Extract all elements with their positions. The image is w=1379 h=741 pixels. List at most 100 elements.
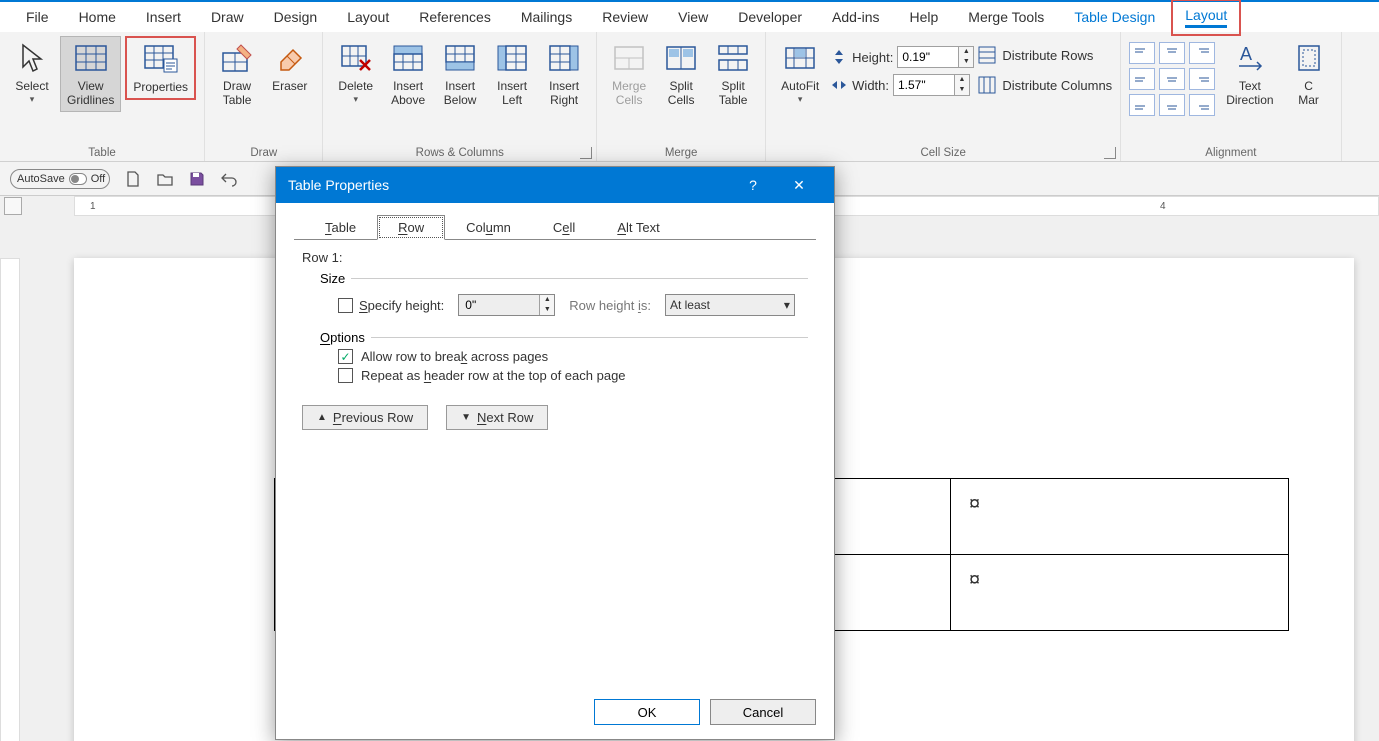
properties-button[interactable]: Properties [125,36,196,100]
view-gridlines-button[interactable]: View Gridlines [60,36,121,112]
autosave-toggle[interactable]: AutoSave Off [10,169,110,189]
align-bot-center[interactable] [1159,94,1185,116]
tab-developer[interactable]: Developer [724,1,816,33]
tab-selector[interactable] [4,197,22,215]
align-mid-left[interactable] [1129,68,1155,90]
open-icon[interactable] [156,170,174,188]
align-mid-right[interactable] [1189,68,1215,90]
tab-insert[interactable]: Insert [132,1,195,33]
text-direction-button[interactable]: A Text Direction [1219,36,1280,112]
width-label: Width: [852,78,889,93]
cursor-icon [15,41,49,75]
align-bot-left[interactable] [1129,94,1155,116]
row-height-is-label: Row height is: [569,298,651,313]
select-label: Select [15,79,48,93]
ok-button[interactable]: OK [594,699,700,725]
dialog-help-button[interactable]: ? [730,167,776,203]
eraser-button[interactable]: Eraser [265,36,314,98]
cancel-button[interactable]: Cancel [710,699,816,725]
dialog-tab-table[interactable]: Table [304,215,377,240]
specify-height-checkbox[interactable] [338,298,353,313]
align-bot-right[interactable] [1189,94,1215,116]
height-up[interactable]: ▲ [959,47,973,57]
insert-below-label: Insert Below [444,79,477,107]
split-cells-label: Split Cells [668,79,695,107]
align-top-right[interactable] [1189,42,1215,64]
distribute-rows-button[interactable]: Distribute Rows [978,46,1112,64]
width-input[interactable] [894,76,954,94]
tab-design[interactable]: Design [260,1,332,33]
text-direction-label: Text Direction [1226,79,1273,107]
dialog-tab-cell[interactable]: Cell [532,215,596,240]
tab-references[interactable]: References [405,1,505,33]
tab-addins[interactable]: Add-ins [818,1,893,33]
tab-view[interactable]: View [664,1,722,33]
insert-below-button[interactable]: Insert Below [436,36,484,112]
group-rows-cols-label: Rows & Columns [331,147,588,159]
tab-draw[interactable]: Draw [197,1,258,33]
new-file-icon[interactable] [124,170,142,188]
draw-table-label: Draw Table [223,79,252,107]
next-row-button[interactable]: ▼Next Row [446,405,548,430]
insert-above-label: Insert Above [391,79,425,107]
width-up[interactable]: ▲ [955,75,969,85]
save-icon[interactable] [188,170,206,188]
draw-table-button[interactable]: Draw Table [213,36,261,112]
tab-home[interactable]: Home [65,1,130,33]
tab-file[interactable]: File [12,1,63,33]
tab-table-design[interactable]: Table Design [1060,1,1169,33]
cell-size-launcher[interactable] [1104,147,1116,159]
height-row: Height: ▲▼ [830,46,974,68]
row-height-select[interactable]: At least ▾ [665,294,795,316]
tab-merge-tools[interactable]: Merge Tools [954,1,1058,33]
dialog-tab-row[interactable]: Row [377,215,445,240]
cell-margins-button[interactable]: C Mar [1285,36,1333,112]
dialog-tab-column[interactable]: Column [445,215,532,240]
undo-icon[interactable] [220,170,238,188]
repeat-header-checkbox[interactable] [338,368,353,383]
previous-row-button[interactable]: ▲Previous Row [302,405,428,430]
height-value-up[interactable]: ▲ [540,295,554,305]
height-value-down[interactable]: ▼ [540,305,554,315]
tab-help[interactable]: Help [896,1,953,33]
chevron-down-icon: ▾ [784,298,790,312]
align-top-center[interactable] [1159,42,1185,64]
distribute-cols-label: Distribute Columns [1002,78,1112,93]
tab-review[interactable]: Review [588,1,662,33]
height-value-spinner[interactable]: ▲▼ [458,294,555,316]
merge-cells-icon [612,41,646,75]
select-button[interactable]: Select ▾ [8,36,56,110]
split-cells-button[interactable]: Split Cells [657,36,705,112]
table-cell[interactable]: ¤ [951,555,1289,631]
delete-button[interactable]: Delete ▾ [331,36,380,110]
width-down[interactable]: ▼ [955,85,969,95]
height-down[interactable]: ▼ [959,57,973,67]
insert-right-button[interactable]: Insert Right [540,36,588,112]
align-top-left[interactable] [1129,42,1155,64]
tab-mailings[interactable]: Mailings [507,1,586,33]
insert-left-button[interactable]: Insert Left [488,36,536,112]
dialog-close-button[interactable]: ✕ [776,167,822,203]
pencil-table-icon [220,41,254,75]
width-spinner[interactable]: ▲▼ [893,74,970,96]
cell-margins-label: C Mar [1298,79,1319,107]
insert-above-button[interactable]: Insert Above [384,36,432,112]
insert-below-icon [443,41,477,75]
align-mid-center[interactable] [1159,68,1185,90]
tab-layout[interactable]: Layout [333,1,403,33]
autofit-label: AutoFit [781,79,819,93]
height-value-input[interactable] [459,295,539,315]
group-merge: Merge Cells Split Cells Split Table Merg… [597,32,766,161]
height-spinner[interactable]: ▲▼ [897,46,974,68]
allow-break-label: Allow row to break across pages [361,349,548,364]
dialog-titlebar[interactable]: Table Properties ? ✕ [276,167,834,203]
allow-break-checkbox[interactable]: ✓ [338,349,353,364]
rows-cols-launcher[interactable] [580,147,592,159]
split-table-button[interactable]: Split Table [709,36,757,112]
autofit-button[interactable]: AutoFit ▾ [774,36,826,110]
tab-table-layout[interactable]: Layout [1171,0,1241,36]
table-cell[interactable]: ¤ [951,479,1289,555]
dialog-tab-alttext[interactable]: Alt Text [596,215,680,240]
distribute-columns-button[interactable]: Distribute Columns [978,76,1112,94]
height-input[interactable] [898,48,958,66]
